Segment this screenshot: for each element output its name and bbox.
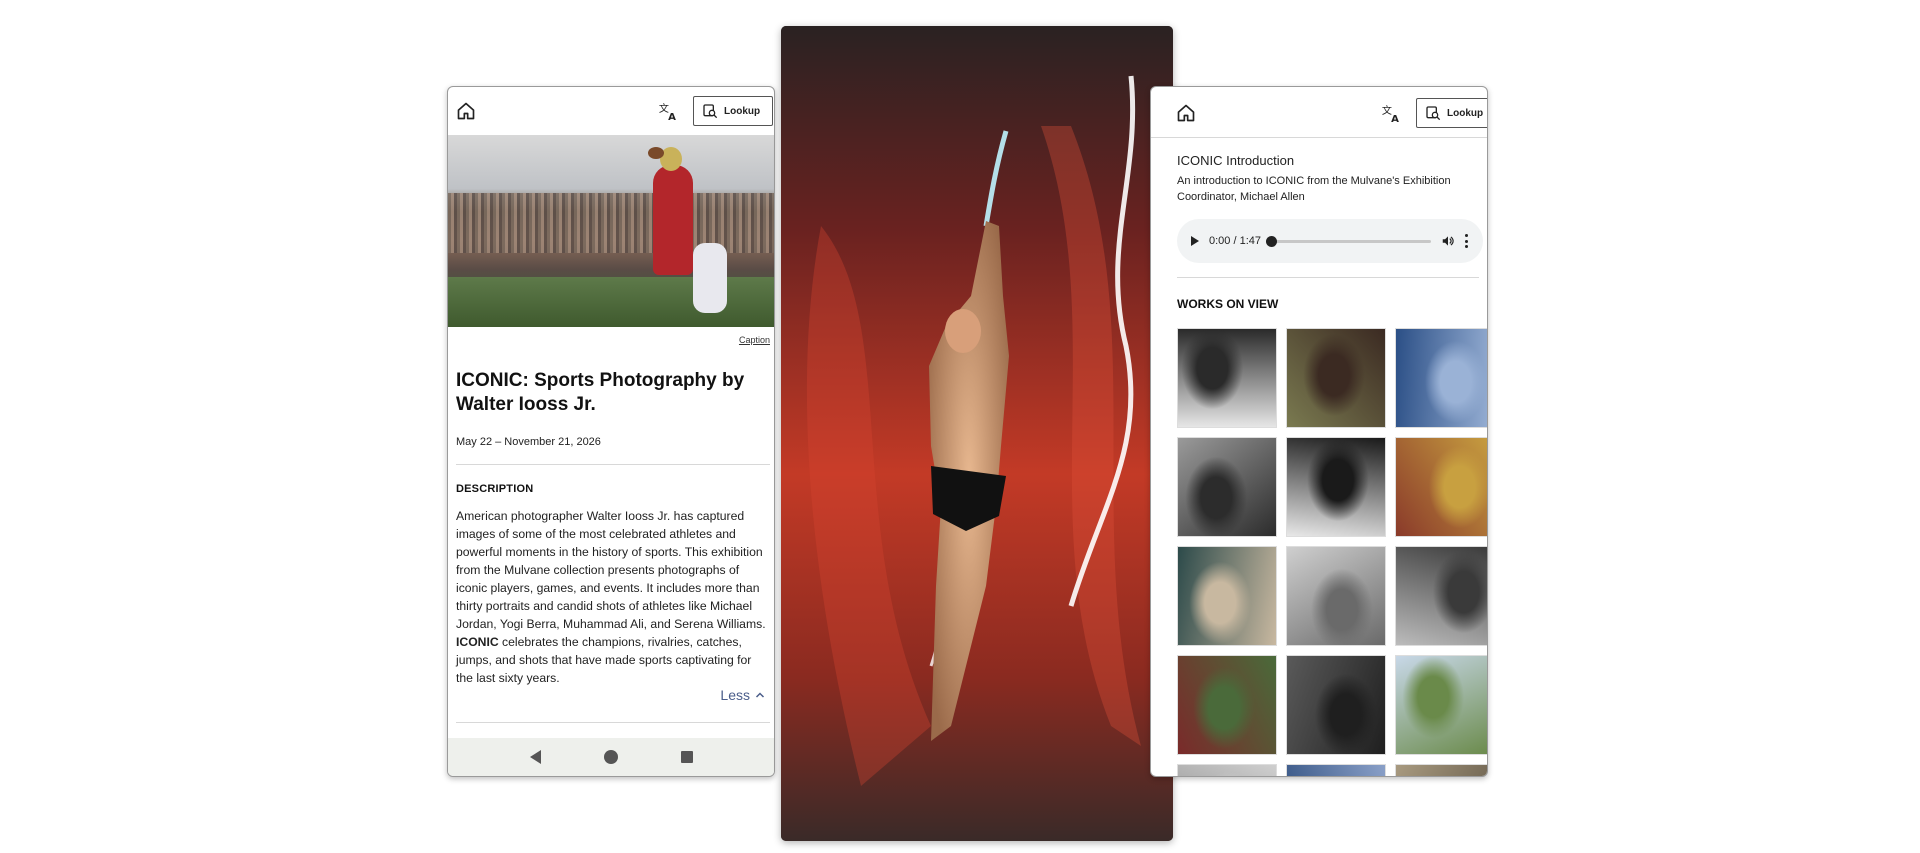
audio-subtitle: An introduction to ICONIC from the Mulva… bbox=[1177, 175, 1451, 203]
artwork-thumbnail[interactable] bbox=[1395, 437, 1487, 537]
lookup-button[interactable]: Lookup bbox=[1416, 98, 1487, 128]
audio-progress-thumb[interactable] bbox=[1266, 235, 1277, 247]
description-bold-term: ICONIC bbox=[456, 635, 499, 649]
home-icon[interactable] bbox=[1176, 103, 1196, 123]
home-nav-icon[interactable] bbox=[603, 750, 618, 764]
divider bbox=[456, 722, 770, 723]
translate-icon[interactable]: 文 A bbox=[1381, 102, 1403, 124]
lookup-icon bbox=[703, 104, 718, 119]
audio-progress-bar[interactable] bbox=[1266, 235, 1431, 247]
audio-title: ICONIC Introduction bbox=[1177, 153, 1295, 168]
lookup-button[interactable]: Lookup bbox=[693, 96, 773, 126]
artwork-thumbnail[interactable] bbox=[1286, 328, 1386, 428]
artwork-thumbnail[interactable] bbox=[1395, 328, 1487, 428]
divider bbox=[456, 464, 770, 465]
divider bbox=[1177, 277, 1479, 278]
description-heading: DESCRIPTION bbox=[456, 483, 534, 495]
more-options-icon[interactable] bbox=[1465, 234, 1469, 248]
top-bar: 文 A Lookup bbox=[448, 87, 774, 135]
caption-link[interactable]: Caption bbox=[739, 335, 770, 345]
recents-nav-icon[interactable] bbox=[680, 751, 693, 763]
artwork-thumbnail[interactable] bbox=[1177, 328, 1277, 428]
audio-player: 0:00 / 1:47 bbox=[1177, 219, 1483, 263]
exhibition-title: ICONIC: Sports Photography by Walter Ioo… bbox=[456, 370, 745, 415]
artwork-thumbnail[interactable] bbox=[1395, 764, 1487, 776]
description-text-part2: celebrates the champions, rivalries, cat… bbox=[456, 635, 752, 685]
chevron-up-icon bbox=[755, 692, 765, 698]
artwork-thumbnail[interactable] bbox=[1286, 546, 1386, 646]
artwork-thumbnail[interactable] bbox=[1286, 437, 1386, 537]
artwork-thumbnail[interactable] bbox=[1286, 764, 1386, 776]
back-nav-icon[interactable] bbox=[529, 750, 541, 764]
diver-artwork bbox=[781, 26, 1173, 841]
featured-photo-diver bbox=[781, 26, 1173, 841]
less-label: Less bbox=[720, 687, 750, 703]
svg-text:A: A bbox=[1391, 114, 1399, 124]
artwork-thumbnail[interactable] bbox=[1286, 655, 1386, 755]
artwork-thumbnail[interactable] bbox=[1177, 764, 1277, 776]
left-phone-screen: 文 A Lookup Caption ICONIC: Sports Photog… bbox=[447, 86, 775, 777]
home-icon[interactable] bbox=[456, 101, 476, 121]
translate-icon[interactable]: 文 A bbox=[658, 100, 680, 122]
artwork-thumbnail[interactable] bbox=[1395, 546, 1487, 646]
artwork-thumbnail[interactable] bbox=[1177, 655, 1277, 755]
svg-text:A: A bbox=[668, 112, 676, 122]
lookup-icon bbox=[1426, 106, 1441, 121]
description-text: American photographer Walter Iooss Jr. h… bbox=[456, 507, 770, 687]
lookup-label: Lookup bbox=[724, 105, 761, 117]
exhibition-hero-photo bbox=[448, 135, 774, 327]
less-button[interactable]: Less bbox=[720, 687, 766, 703]
artwork-thumbnail[interactable] bbox=[1177, 437, 1277, 537]
volume-icon[interactable] bbox=[1441, 234, 1455, 248]
play-icon[interactable] bbox=[1191, 236, 1199, 246]
top-bar: 文 A Lookup bbox=[1151, 87, 1487, 135]
works-on-view-heading: WORKS ON VIEW bbox=[1177, 297, 1279, 311]
android-nav-bar bbox=[448, 738, 774, 776]
exhibition-dates: May 22 – November 21, 2026 bbox=[456, 436, 601, 448]
artwork-thumbnail[interactable] bbox=[1395, 655, 1487, 755]
audio-time: 0:00 / 1:47 bbox=[1209, 235, 1261, 247]
lookup-label: Lookup bbox=[1447, 107, 1484, 119]
description-text-part1: American photographer Walter Iooss Jr. h… bbox=[456, 509, 766, 631]
works-grid bbox=[1177, 328, 1487, 776]
right-phone-screen: 文 A Lookup ICONIC Introduction An introd… bbox=[1150, 86, 1488, 777]
divider bbox=[1151, 137, 1487, 138]
artwork-thumbnail[interactable] bbox=[1177, 546, 1277, 646]
